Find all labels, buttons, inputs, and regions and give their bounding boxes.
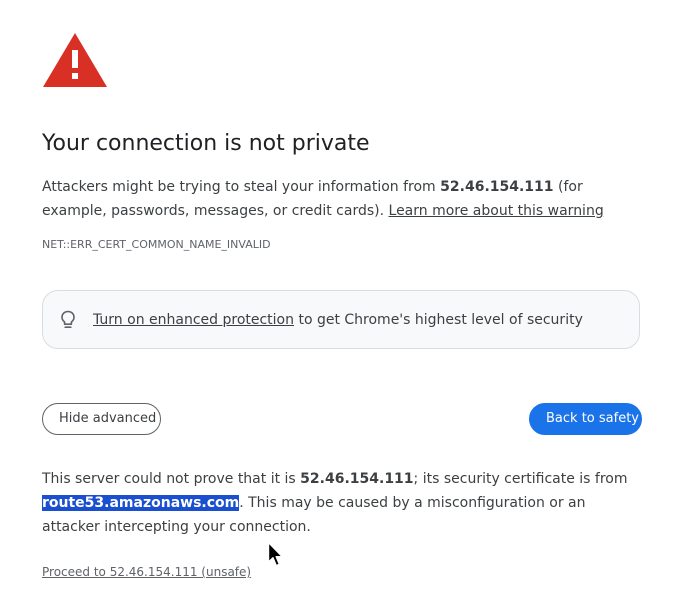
certificate-issuer: route53.amazonaws.com [42, 495, 240, 511]
mouse-cursor-icon [267, 541, 283, 567]
details-text-middle: ; its security certificate is from [413, 471, 628, 487]
main-message: Attackers might be trying to steal your … [42, 175, 642, 223]
back-to-safety-button[interactable]: Back to safety [529, 403, 642, 435]
details-text-start: This server could not prove that it is [42, 471, 301, 487]
explanation-text-start: Attackers might be trying to steal your … [42, 179, 441, 195]
host-address: 52.46.154.111 [440, 179, 554, 195]
learn-more-link[interactable]: Learn more about this warning [389, 203, 604, 219]
hide-advanced-button[interactable]: Hide advanced [42, 403, 161, 435]
page-title: Your connection is not private [42, 131, 370, 156]
enhanced-protection-message: Turn on enhanced protection to get Chrom… [93, 310, 583, 330]
enhanced-protection-box: Turn on enhanced protection to get Chrom… [42, 290, 640, 349]
error-code: NET::ERR_CERT_COMMON_NAME_INVALID [42, 238, 271, 251]
enhanced-protection-link[interactable]: Turn on enhanced protection [93, 312, 294, 328]
enhanced-protection-text: to get Chrome's highest level of securit… [294, 312, 583, 328]
lightbulb-icon [61, 310, 75, 329]
proceed-unsafe-link[interactable]: Proceed to 52.46.154.111 (unsafe) [42, 564, 251, 580]
details-host: 52.46.154.111 [300, 471, 414, 487]
details-message: This server could not prove that it is 5… [42, 467, 642, 539]
warning-triangle-icon [43, 33, 107, 87]
